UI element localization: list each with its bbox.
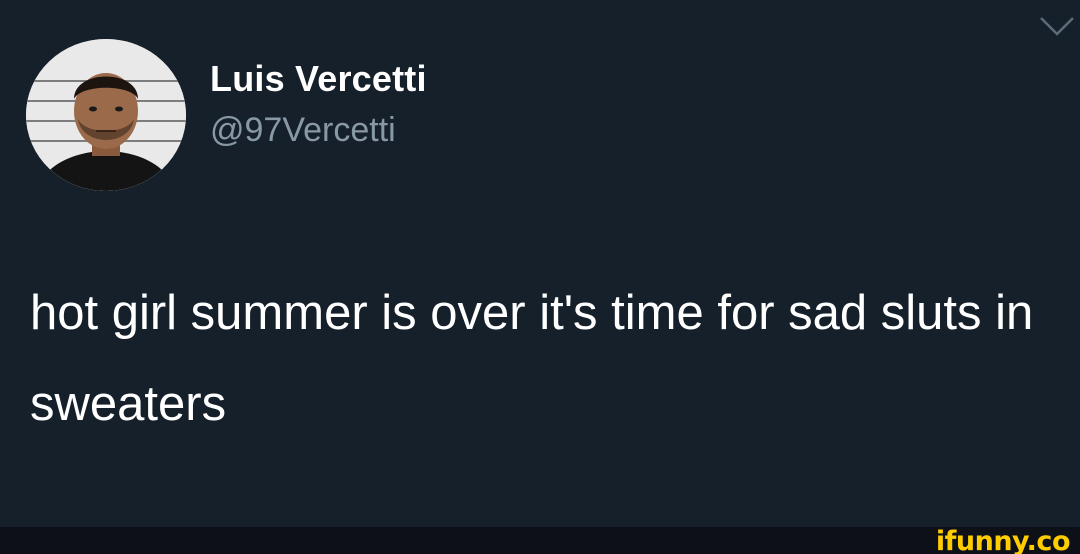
watermark-bar <box>0 527 1080 554</box>
tweet-card: Luis Vercetti @97Vercetti hot girl summe… <box>0 0 1080 554</box>
avatar[interactable] <box>26 39 186 191</box>
author-name[interactable]: Luis Vercetti <box>210 58 427 100</box>
author-handle[interactable]: @97Vercetti <box>210 111 396 150</box>
tweet-text: hot girl summer is over it's time for sa… <box>30 286 1034 431</box>
chevron-down-icon[interactable] <box>1038 14 1076 38</box>
watermark: ifunny.co <box>935 526 1071 554</box>
